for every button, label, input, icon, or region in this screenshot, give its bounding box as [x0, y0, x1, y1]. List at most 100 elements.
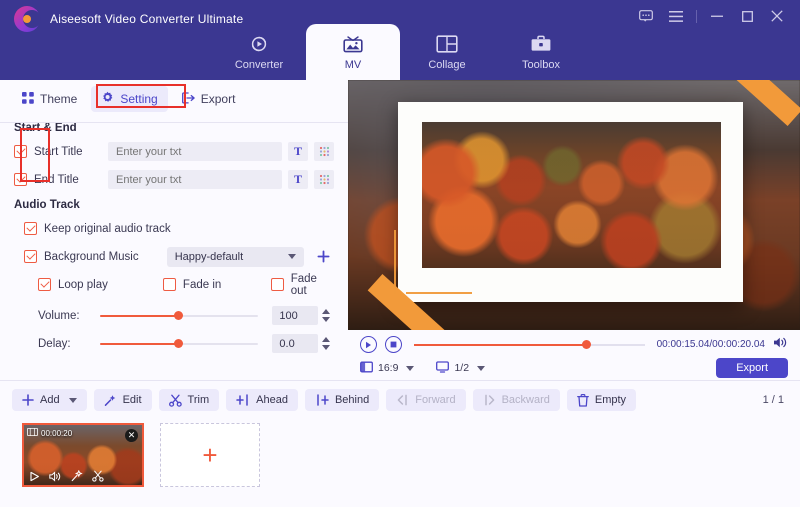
- clip-duration-label: 00:00:20: [41, 428, 73, 438]
- settings-panel: Theme Setting Export Start & End Start T…: [0, 80, 348, 380]
- tab-collage[interactable]: Collage: [400, 24, 494, 80]
- empty-button[interactable]: Empty: [566, 389, 637, 411]
- toolbox-icon: [530, 33, 552, 55]
- tab-mv-label: MV: [344, 59, 362, 71]
- player-transport-row: 00:00:15.04/00:00:20.04: [348, 330, 800, 356]
- playback-progress-slider[interactable]: [414, 340, 645, 350]
- collage-icon: [436, 33, 458, 55]
- aspect-ratio-selector[interactable]: 16:9: [360, 361, 415, 376]
- clip-close-icon[interactable]: ✕: [125, 429, 138, 442]
- end-title-text-style-button[interactable]: T: [288, 170, 308, 189]
- aspect-ratio-value: 16:9: [378, 362, 399, 374]
- divider: [696, 9, 697, 23]
- volume-row: Volume: 100: [14, 304, 334, 327]
- trim-button[interactable]: Trim: [158, 389, 220, 411]
- end-title-checkbox[interactable]: [14, 173, 27, 186]
- subtab-setting[interactable]: Setting: [91, 86, 168, 112]
- volume-value[interactable]: 100: [272, 306, 319, 325]
- add-media-card[interactable]: +: [160, 423, 260, 487]
- tab-mv[interactable]: MV: [306, 24, 400, 80]
- chevron-down-icon: [68, 397, 77, 403]
- scale-selector[interactable]: 1/2: [436, 360, 486, 376]
- subtab-export[interactable]: Export: [172, 87, 246, 112]
- clip-toolbar: Add Edit Trim Ahead Behind Forward Backw…: [0, 381, 800, 411]
- start-title-input[interactable]: [108, 142, 282, 161]
- preview-photo-frame: [398, 102, 743, 302]
- end-title-text-style-glyph: T: [293, 172, 302, 186]
- end-title-pattern-grid-icon[interactable]: [314, 170, 334, 189]
- subtab-export-label: Export: [200, 92, 236, 106]
- volume-icon[interactable]: [773, 336, 788, 354]
- add-music-button[interactable]: [312, 247, 334, 267]
- aspect-ratio-icon: [360, 361, 373, 376]
- clip-volume-icon[interactable]: [49, 470, 62, 482]
- media-bottom-panel: Add Edit Trim Ahead Behind Forward Backw…: [0, 380, 800, 507]
- fade-out-checkbox[interactable]: [270, 278, 284, 291]
- background-music-label: Background Music: [44, 250, 139, 263]
- film-icon: [27, 428, 38, 438]
- delay-value[interactable]: 0.0: [272, 334, 319, 353]
- plus-icon: [22, 394, 34, 406]
- delay-stepper[interactable]: [318, 334, 334, 353]
- end-title-input[interactable]: [108, 170, 282, 189]
- start-title-pattern-grid-icon[interactable]: [314, 142, 334, 161]
- move-forward-icon: [396, 394, 409, 406]
- background-music-select[interactable]: Happy-default: [166, 246, 305, 267]
- start-title-text-style-button[interactable]: T: [288, 142, 308, 161]
- preview-photo: [422, 122, 721, 268]
- delay-slider[interactable]: [99, 337, 259, 351]
- background-music-row: Background Music Happy-default: [14, 245, 334, 268]
- chevron-down-icon: [288, 254, 297, 259]
- tab-collage-label: Collage: [428, 59, 466, 71]
- stop-icon[interactable]: [385, 336, 402, 353]
- backward-button: Backward: [472, 389, 560, 411]
- media-strip: 00:00:20 ✕ +: [0, 411, 800, 487]
- start-end-heading: Start & End: [14, 122, 77, 134]
- start-title-checkbox[interactable]: [14, 145, 27, 158]
- app-window: Aiseesoft Video Converter Ultimate Conve…: [0, 0, 800, 507]
- tab-converter-label: Converter: [234, 59, 284, 71]
- loop-play-checkbox[interactable]: [38, 278, 51, 291]
- audio-track-heading: Audio Track: [14, 199, 80, 211]
- subtab-theme[interactable]: Theme: [12, 87, 87, 112]
- main-body: Theme Setting Export Start & End Start T…: [0, 80, 800, 380]
- delay-label: Delay:: [38, 337, 71, 350]
- add-button[interactable]: Add: [12, 389, 87, 411]
- trash-icon: [577, 393, 589, 407]
- end-title-label: End Title: [34, 173, 79, 186]
- behind-button[interactable]: Behind: [304, 389, 380, 411]
- play-icon[interactable]: [360, 336, 377, 353]
- clip-thumbnail[interactable]: 00:00:20 ✕: [22, 423, 144, 487]
- edit-button-label: Edit: [122, 394, 142, 406]
- fade-out-label: Fade out: [290, 272, 317, 297]
- clip-play-icon[interactable]: [29, 471, 40, 482]
- tab-toolbox-label: Toolbox: [522, 59, 560, 71]
- video-preview[interactable]: [348, 80, 800, 330]
- player-options-row: 16:9 1/2 Export: [348, 356, 800, 380]
- subtab-setting-label: Setting: [120, 92, 158, 106]
- tab-toolbox[interactable]: Toolbox: [494, 24, 588, 80]
- start-title-text-style-glyph: T: [293, 144, 302, 158]
- clip-scissors-icon[interactable]: [92, 470, 104, 482]
- fade-in-checkbox[interactable]: [162, 278, 176, 291]
- export-icon: [181, 91, 195, 107]
- insert-ahead-icon: [236, 394, 250, 406]
- fade-options-row: Loop play Fade in Fade out: [14, 272, 334, 297]
- grid-icon: [22, 91, 34, 107]
- volume-stepper[interactable]: [318, 306, 334, 325]
- plus-icon: +: [202, 440, 218, 470]
- export-button[interactable]: Export: [716, 358, 788, 378]
- background-music-checkbox[interactable]: [24, 250, 37, 263]
- edit-button[interactable]: Edit: [93, 389, 152, 411]
- chevron-down-icon: [477, 365, 486, 371]
- loop-play-label: Loop play: [58, 278, 108, 291]
- tab-converter[interactable]: Converter: [212, 24, 306, 80]
- main-tab-bar: Converter MV Collage Toolbox: [0, 24, 800, 80]
- clip-effects-icon[interactable]: [71, 470, 83, 482]
- start-title-row: Start Title T: [14, 140, 334, 163]
- volume-slider[interactable]: [99, 309, 259, 323]
- gear-icon: [101, 91, 114, 107]
- empty-button-label: Empty: [594, 394, 627, 406]
- ahead-button[interactable]: Ahead: [226, 389, 298, 411]
- keep-original-checkbox[interactable]: [24, 222, 37, 235]
